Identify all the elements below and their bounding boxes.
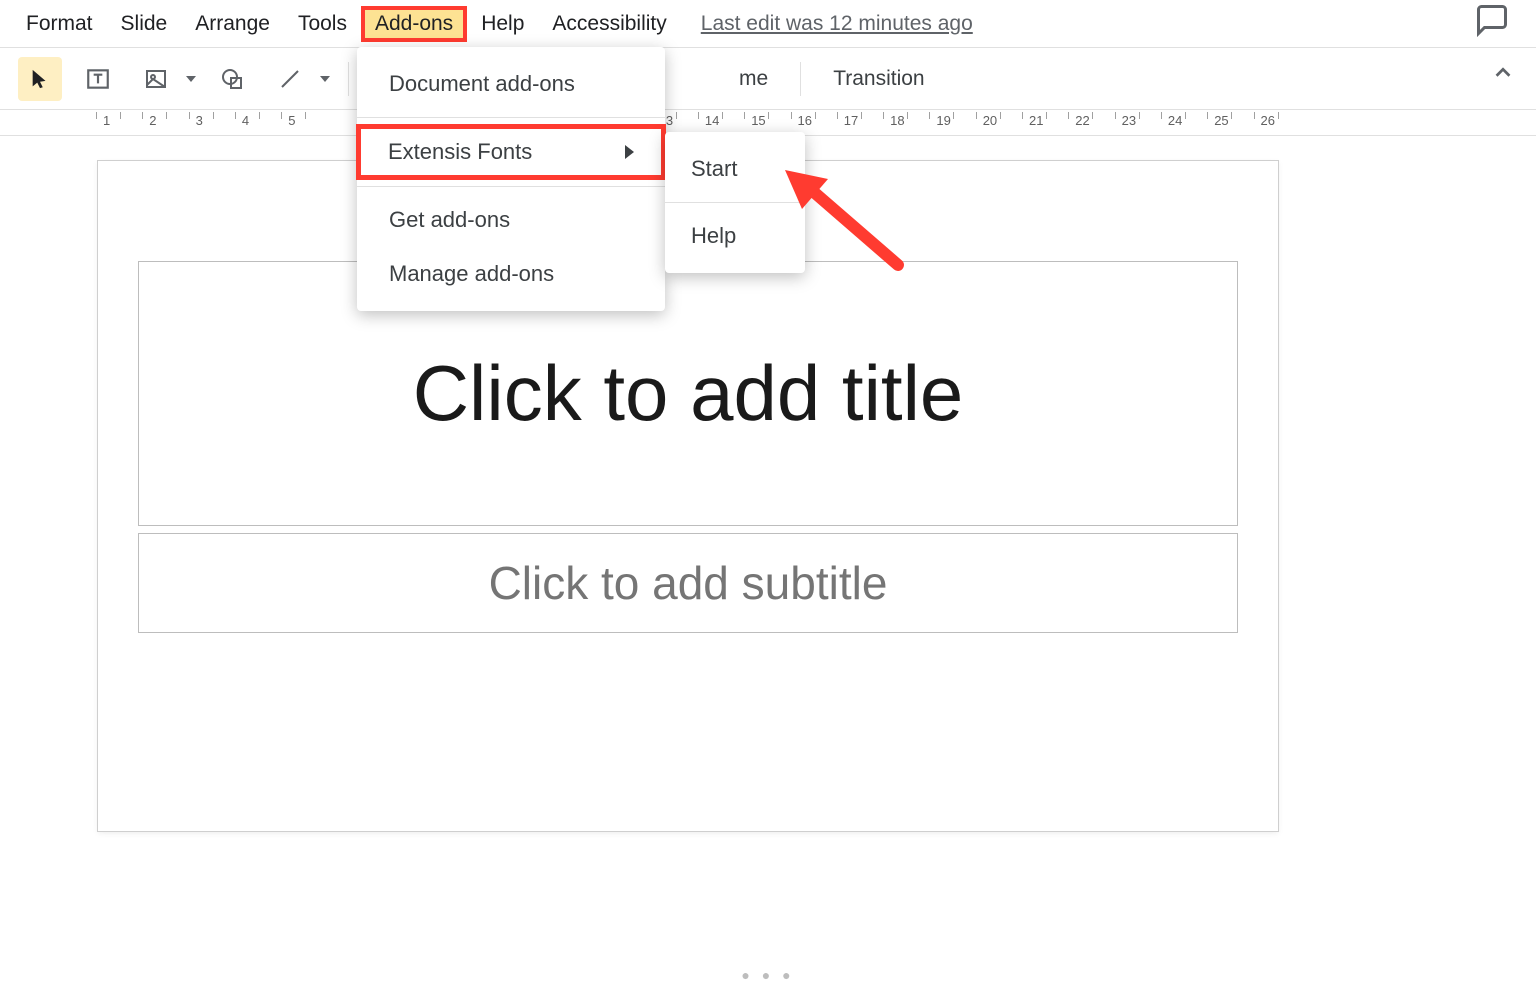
dropdown-separator-2 [357, 186, 665, 187]
menu-manage-addons-label: Manage add-ons [389, 261, 554, 287]
ruler-number: 2 [149, 113, 156, 128]
theme-button-fragment[interactable]: me [725, 67, 782, 91]
submenu-help-label: Help [691, 223, 736, 249]
toolbar-separator-2 [800, 62, 801, 96]
collapse-toolbar-icon[interactable] [1492, 62, 1514, 89]
subtitle-placeholder[interactable]: Click to add subtitle [138, 533, 1238, 633]
ruler-number: 24 [1168, 113, 1182, 128]
menu-get-addons-label: Get add-ons [389, 207, 510, 233]
menu-arrange[interactable]: Arrange [181, 6, 284, 42]
menu-tools[interactable]: Tools [284, 6, 361, 42]
submenu-start-label: Start [691, 156, 737, 182]
menu-format[interactable]: Format [12, 6, 107, 42]
ruler-number: 21 [1029, 113, 1043, 128]
ruler-number: 18 [890, 113, 904, 128]
select-tool[interactable] [18, 57, 62, 101]
toolbar-separator [348, 62, 349, 96]
transition-button[interactable]: Transition [819, 67, 938, 91]
ruler-number: 5 [288, 113, 295, 128]
bottom-grip-icon[interactable]: ● ● ● [741, 967, 794, 983]
image-dropdown-icon[interactable] [186, 76, 196, 82]
menu-accessibility[interactable]: Accessibility [538, 6, 680, 42]
addons-dropdown: Document add-ons Extensis Fonts Get add-… [357, 47, 665, 311]
menu-slide[interactable]: Slide [107, 6, 182, 42]
submenu-caret-icon [625, 145, 634, 159]
ruler-number: 14 [705, 113, 719, 128]
ruler-number: 20 [983, 113, 997, 128]
menu-help[interactable]: Help [467, 6, 538, 42]
menu-document-addons[interactable]: Document add-ons [357, 57, 665, 111]
ruler-number: 23 [1122, 113, 1136, 128]
ruler-number: 19 [936, 113, 950, 128]
last-edit-link[interactable]: Last edit was 12 minutes ago [701, 12, 973, 36]
line-tool[interactable] [268, 57, 312, 101]
submenu-start[interactable]: Start [665, 142, 805, 196]
ruler-number: 26 [1261, 113, 1275, 128]
image-tool[interactable] [134, 57, 178, 101]
menu-document-addons-label: Document add-ons [389, 71, 575, 97]
menubar: Format Slide Arrange Tools Add-ons Help … [0, 0, 1536, 48]
line-dropdown-icon[interactable] [320, 76, 330, 82]
menu-extensis-fonts-label: Extensis Fonts [388, 139, 532, 165]
ruler-number: 17 [844, 113, 858, 128]
title-placeholder-text: Click to add title [413, 348, 964, 439]
submenu-separator [665, 202, 805, 203]
extensis-submenu: Start Help [665, 132, 805, 273]
ruler-number: 4 [242, 113, 249, 128]
menu-extensis-fonts[interactable]: Extensis Fonts [356, 124, 666, 180]
ruler-number: 15 [751, 113, 765, 128]
ruler-number: 16 [798, 113, 812, 128]
ruler-number: 1 [103, 113, 110, 128]
shape-tool[interactable] [210, 57, 254, 101]
comment-icon[interactable] [1474, 2, 1510, 44]
ruler-number: 25 [1214, 113, 1228, 128]
submenu-help[interactable]: Help [665, 209, 805, 263]
ruler-number: 22 [1075, 113, 1089, 128]
title-placeholder[interactable]: Click to add title [138, 261, 1238, 526]
menu-add-ons[interactable]: Add-ons [361, 6, 467, 42]
toolbar: me Transition [0, 48, 1536, 110]
menu-get-addons[interactable]: Get add-ons [357, 193, 665, 247]
text-box-tool[interactable] [76, 57, 120, 101]
ruler-number: 3 [196, 113, 203, 128]
dropdown-separator [357, 117, 665, 118]
menu-manage-addons[interactable]: Manage add-ons [357, 247, 665, 301]
subtitle-placeholder-text: Click to add subtitle [489, 556, 888, 610]
